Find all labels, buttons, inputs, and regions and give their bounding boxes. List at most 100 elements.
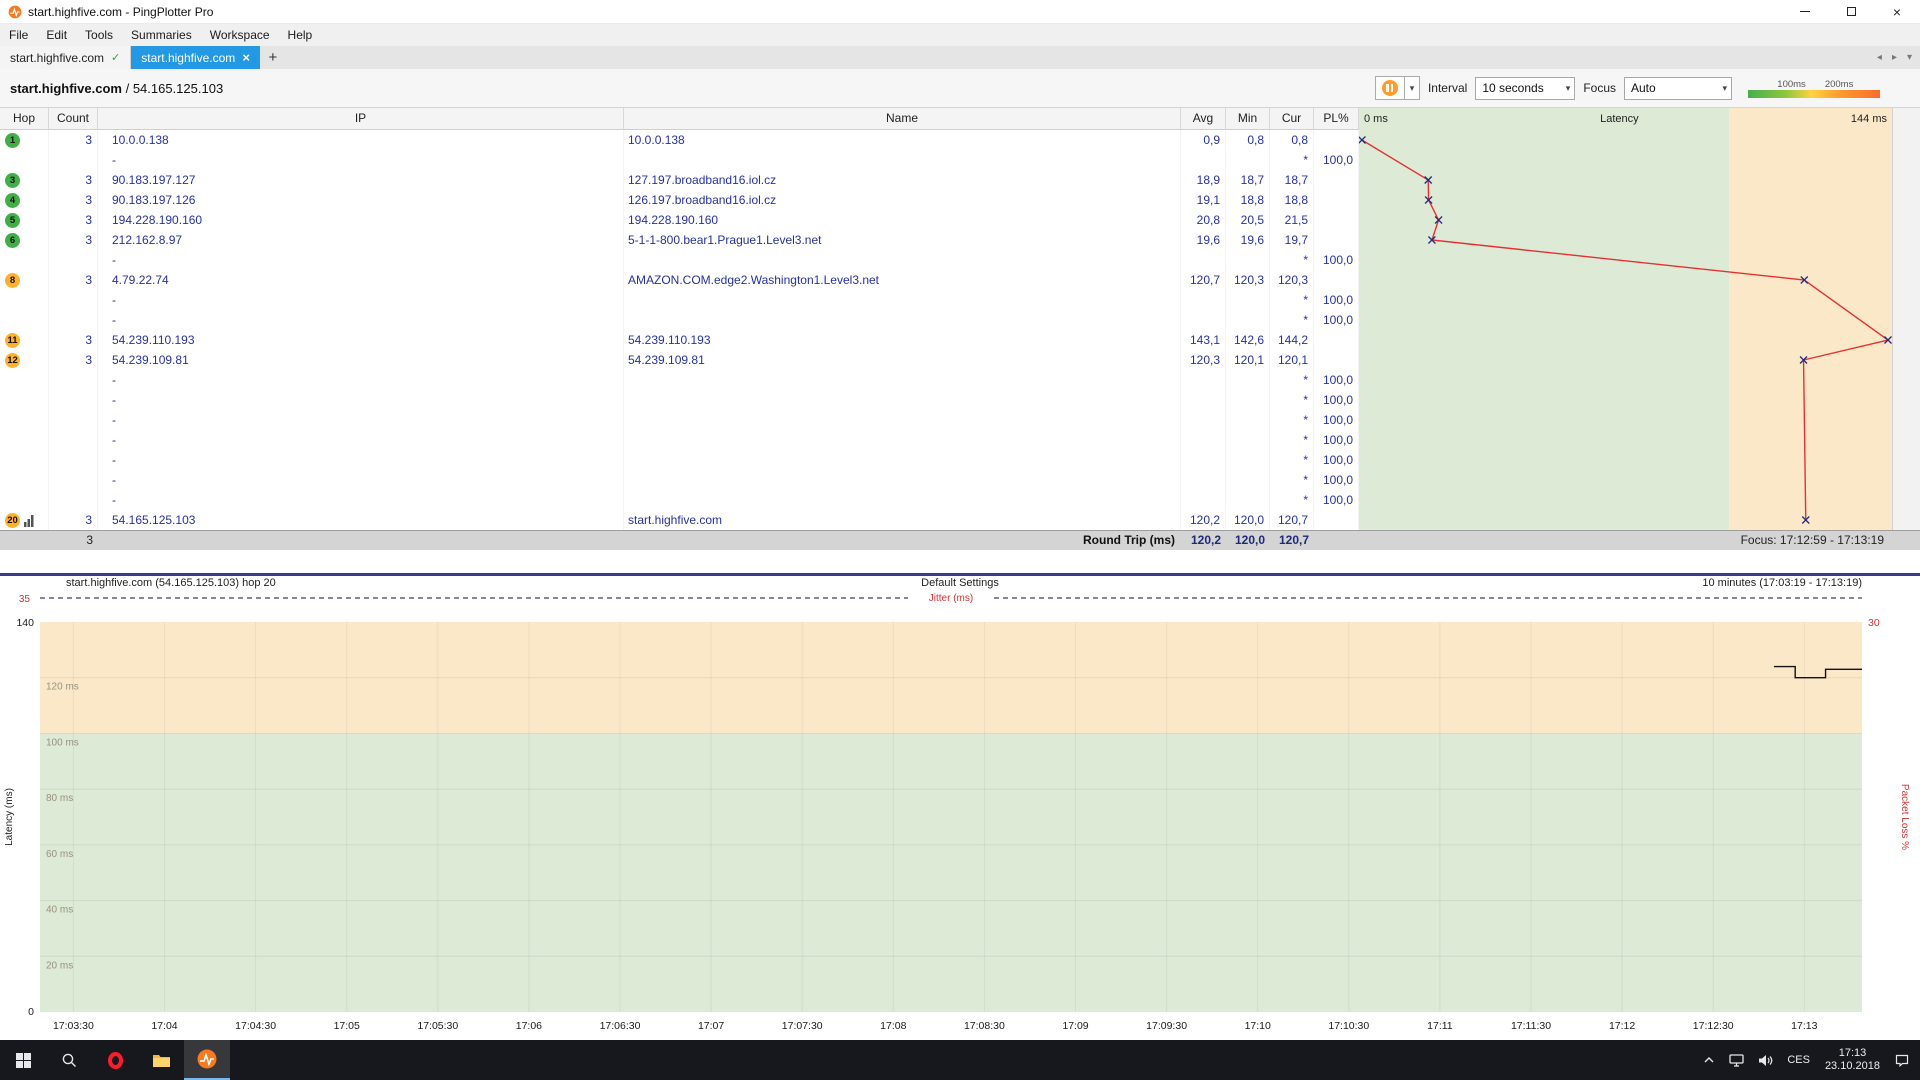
round-trip-avg: 120,2 xyxy=(1181,531,1226,550)
search-button[interactable] xyxy=(46,1040,92,1080)
table-row[interactable]: 20354.165.125.103start.highfive.com120,2… xyxy=(0,510,1359,530)
cell-cur: * xyxy=(1270,410,1314,430)
menu-summaries[interactable]: Summaries xyxy=(122,24,201,46)
file-explorer-taskbar-icon[interactable] xyxy=(138,1040,184,1080)
cell-pl: 100,0 xyxy=(1314,390,1359,410)
focus-select[interactable]: Auto ▾ xyxy=(1624,77,1732,100)
maximize-button[interactable] xyxy=(1828,0,1874,23)
header-avg[interactable]: Avg xyxy=(1181,108,1226,129)
cell-avg xyxy=(1181,430,1226,450)
tray-chevron-up-icon[interactable] xyxy=(1696,1040,1722,1080)
table-row[interactable]: -*100,0 xyxy=(0,470,1359,490)
titlebar[interactable]: start.highfive.com - PingPlotter Pro × xyxy=(0,0,1920,24)
menu-edit[interactable]: Edit xyxy=(37,24,76,46)
pingplotter-taskbar-icon[interactable] xyxy=(184,1040,230,1080)
tray-volume-icon[interactable] xyxy=(1751,1040,1780,1080)
timeline-range-label[interactable]: 10 minutes (17:03:19 - 17:13:19) xyxy=(1702,577,1862,589)
opera-taskbar-icon[interactable] xyxy=(92,1040,138,1080)
table-row[interactable]: 834.79.22.74AMAZON.COM.edge2.Washington1… xyxy=(0,270,1359,290)
timeline-settings-label[interactable]: Default Settings xyxy=(921,577,999,589)
tab-start-highfive-saved[interactable]: start.highfive.com ✓ xyxy=(0,46,131,69)
table-row[interactable]: -*100,0 xyxy=(0,430,1359,450)
table-row[interactable]: -*100,0 xyxy=(0,150,1359,170)
table-row[interactable]: 12354.239.109.8154.239.109.81120,3120,11… xyxy=(0,350,1359,370)
trace-latency-graph[interactable] xyxy=(1359,108,1892,530)
close-tab-icon[interactable]: × xyxy=(242,50,250,65)
cell-pl xyxy=(1314,330,1359,350)
start-button[interactable] xyxy=(0,1040,46,1080)
language-indicator[interactable]: CES xyxy=(1780,1040,1817,1080)
timeline-graph[interactable]: 120 ms100 ms80 ms60 ms40 ms20 ms17:03:30… xyxy=(0,592,1920,1040)
latency-color-scale xyxy=(1748,90,1880,98)
menu-help[interactable]: Help xyxy=(279,24,322,46)
x-axis-label: 17:04:30 xyxy=(235,1020,276,1032)
cell-min xyxy=(1226,410,1270,430)
cell-ip: - xyxy=(98,410,624,430)
interval-select[interactable]: 10 seconds ▾ xyxy=(1475,77,1575,100)
target-host: start.highfive.com xyxy=(10,81,122,96)
tab-start-highfive-active[interactable]: start.highfive.com × xyxy=(131,46,260,69)
minimize-button[interactable] xyxy=(1782,0,1828,23)
header-name[interactable]: Name xyxy=(624,108,1181,129)
cell-cur: 21,5 xyxy=(1270,210,1314,230)
cell-cur: * xyxy=(1270,490,1314,510)
menubar: File Edit Tools Summaries Workspace Help xyxy=(0,24,1920,46)
header-ip[interactable]: IP xyxy=(98,108,624,129)
cell-cur: * xyxy=(1270,390,1314,410)
pause-button[interactable] xyxy=(1375,76,1405,100)
table-row[interactable]: -*100,0 xyxy=(0,390,1359,410)
header-hop[interactable]: Hop xyxy=(0,108,49,129)
close-button[interactable]: × xyxy=(1874,0,1920,23)
table-row[interactable]: 63212.162.8.975-1-1-800.bear1.Prague1.Le… xyxy=(0,230,1359,250)
cell-pl: 100,0 xyxy=(1314,450,1359,470)
table-row[interactable]: -*100,0 xyxy=(0,310,1359,330)
table-row[interactable]: 1310.0.0.13810.0.0.1380,90,80,8 xyxy=(0,130,1359,150)
new-tab-button[interactable]: + xyxy=(260,46,286,69)
header-cur[interactable]: Cur xyxy=(1270,108,1314,129)
table-row[interactable]: 53194.228.190.160194.228.190.16020,820,5… xyxy=(0,210,1359,230)
header-count[interactable]: Count xyxy=(49,108,98,129)
cell-count xyxy=(49,370,98,390)
tray-network-icon[interactable] xyxy=(1722,1040,1751,1080)
menu-workspace[interactable]: Workspace xyxy=(201,24,279,46)
cell-min: 19,6 xyxy=(1226,230,1270,250)
cell-ip: - xyxy=(98,370,624,390)
clock[interactable]: 17:13 23.10.2018 xyxy=(1817,1047,1888,1073)
cell-avg xyxy=(1181,470,1226,490)
pause-dropdown-button[interactable]: ▾ xyxy=(1405,76,1420,100)
table-row[interactable]: -*100,0 xyxy=(0,490,1359,510)
cell-cur: * xyxy=(1270,430,1314,450)
table-row[interactable]: 11354.239.110.19354.239.110.193143,1142,… xyxy=(0,330,1359,350)
header-pl[interactable]: PL% xyxy=(1314,108,1359,129)
cell-count xyxy=(49,410,98,430)
cell-min xyxy=(1226,430,1270,450)
cell-count xyxy=(49,490,98,510)
header-min[interactable]: Min xyxy=(1226,108,1270,129)
cell-avg: 19,1 xyxy=(1181,190,1226,210)
table-row[interactable]: -*100,0 xyxy=(0,370,1359,390)
cell-hop: 1 xyxy=(0,130,49,150)
action-center-icon[interactable] xyxy=(1888,1040,1916,1080)
table-row[interactable]: -*100,0 xyxy=(0,290,1359,310)
grid-label: 40 ms xyxy=(46,905,73,916)
timeline-chart-icon[interactable] xyxy=(23,514,35,527)
menu-file[interactable]: File xyxy=(0,24,37,46)
table-row[interactable]: -*100,0 xyxy=(0,410,1359,430)
cell-cur: * xyxy=(1270,250,1314,270)
alerts-side-tab[interactable]: Alerts xyxy=(1892,69,1920,530)
tab-list-dropdown-icon[interactable]: ▾ xyxy=(1907,52,1912,63)
table-row[interactable]: -*100,0 xyxy=(0,250,1359,270)
cell-ip: - xyxy=(98,290,624,310)
cell-count xyxy=(49,310,98,330)
tab-scroll-left-icon[interactable]: ◂ xyxy=(1877,52,1882,63)
target-ip: 54.165.125.103 xyxy=(133,81,223,96)
table-row[interactable]: 4390.183.197.126126.197.broadband16.iol.… xyxy=(0,190,1359,210)
cell-count: 3 xyxy=(49,130,98,150)
cell-name: 10.0.0.138 xyxy=(624,130,1181,150)
menu-tools[interactable]: Tools xyxy=(76,24,122,46)
cell-name xyxy=(624,470,1181,490)
cell-min xyxy=(1226,250,1270,270)
table-row[interactable]: -*100,0 xyxy=(0,450,1359,470)
tab-scroll-right-icon[interactable]: ▸ xyxy=(1892,52,1897,63)
table-row[interactable]: 3390.183.197.127127.197.broadband16.iol.… xyxy=(0,170,1359,190)
